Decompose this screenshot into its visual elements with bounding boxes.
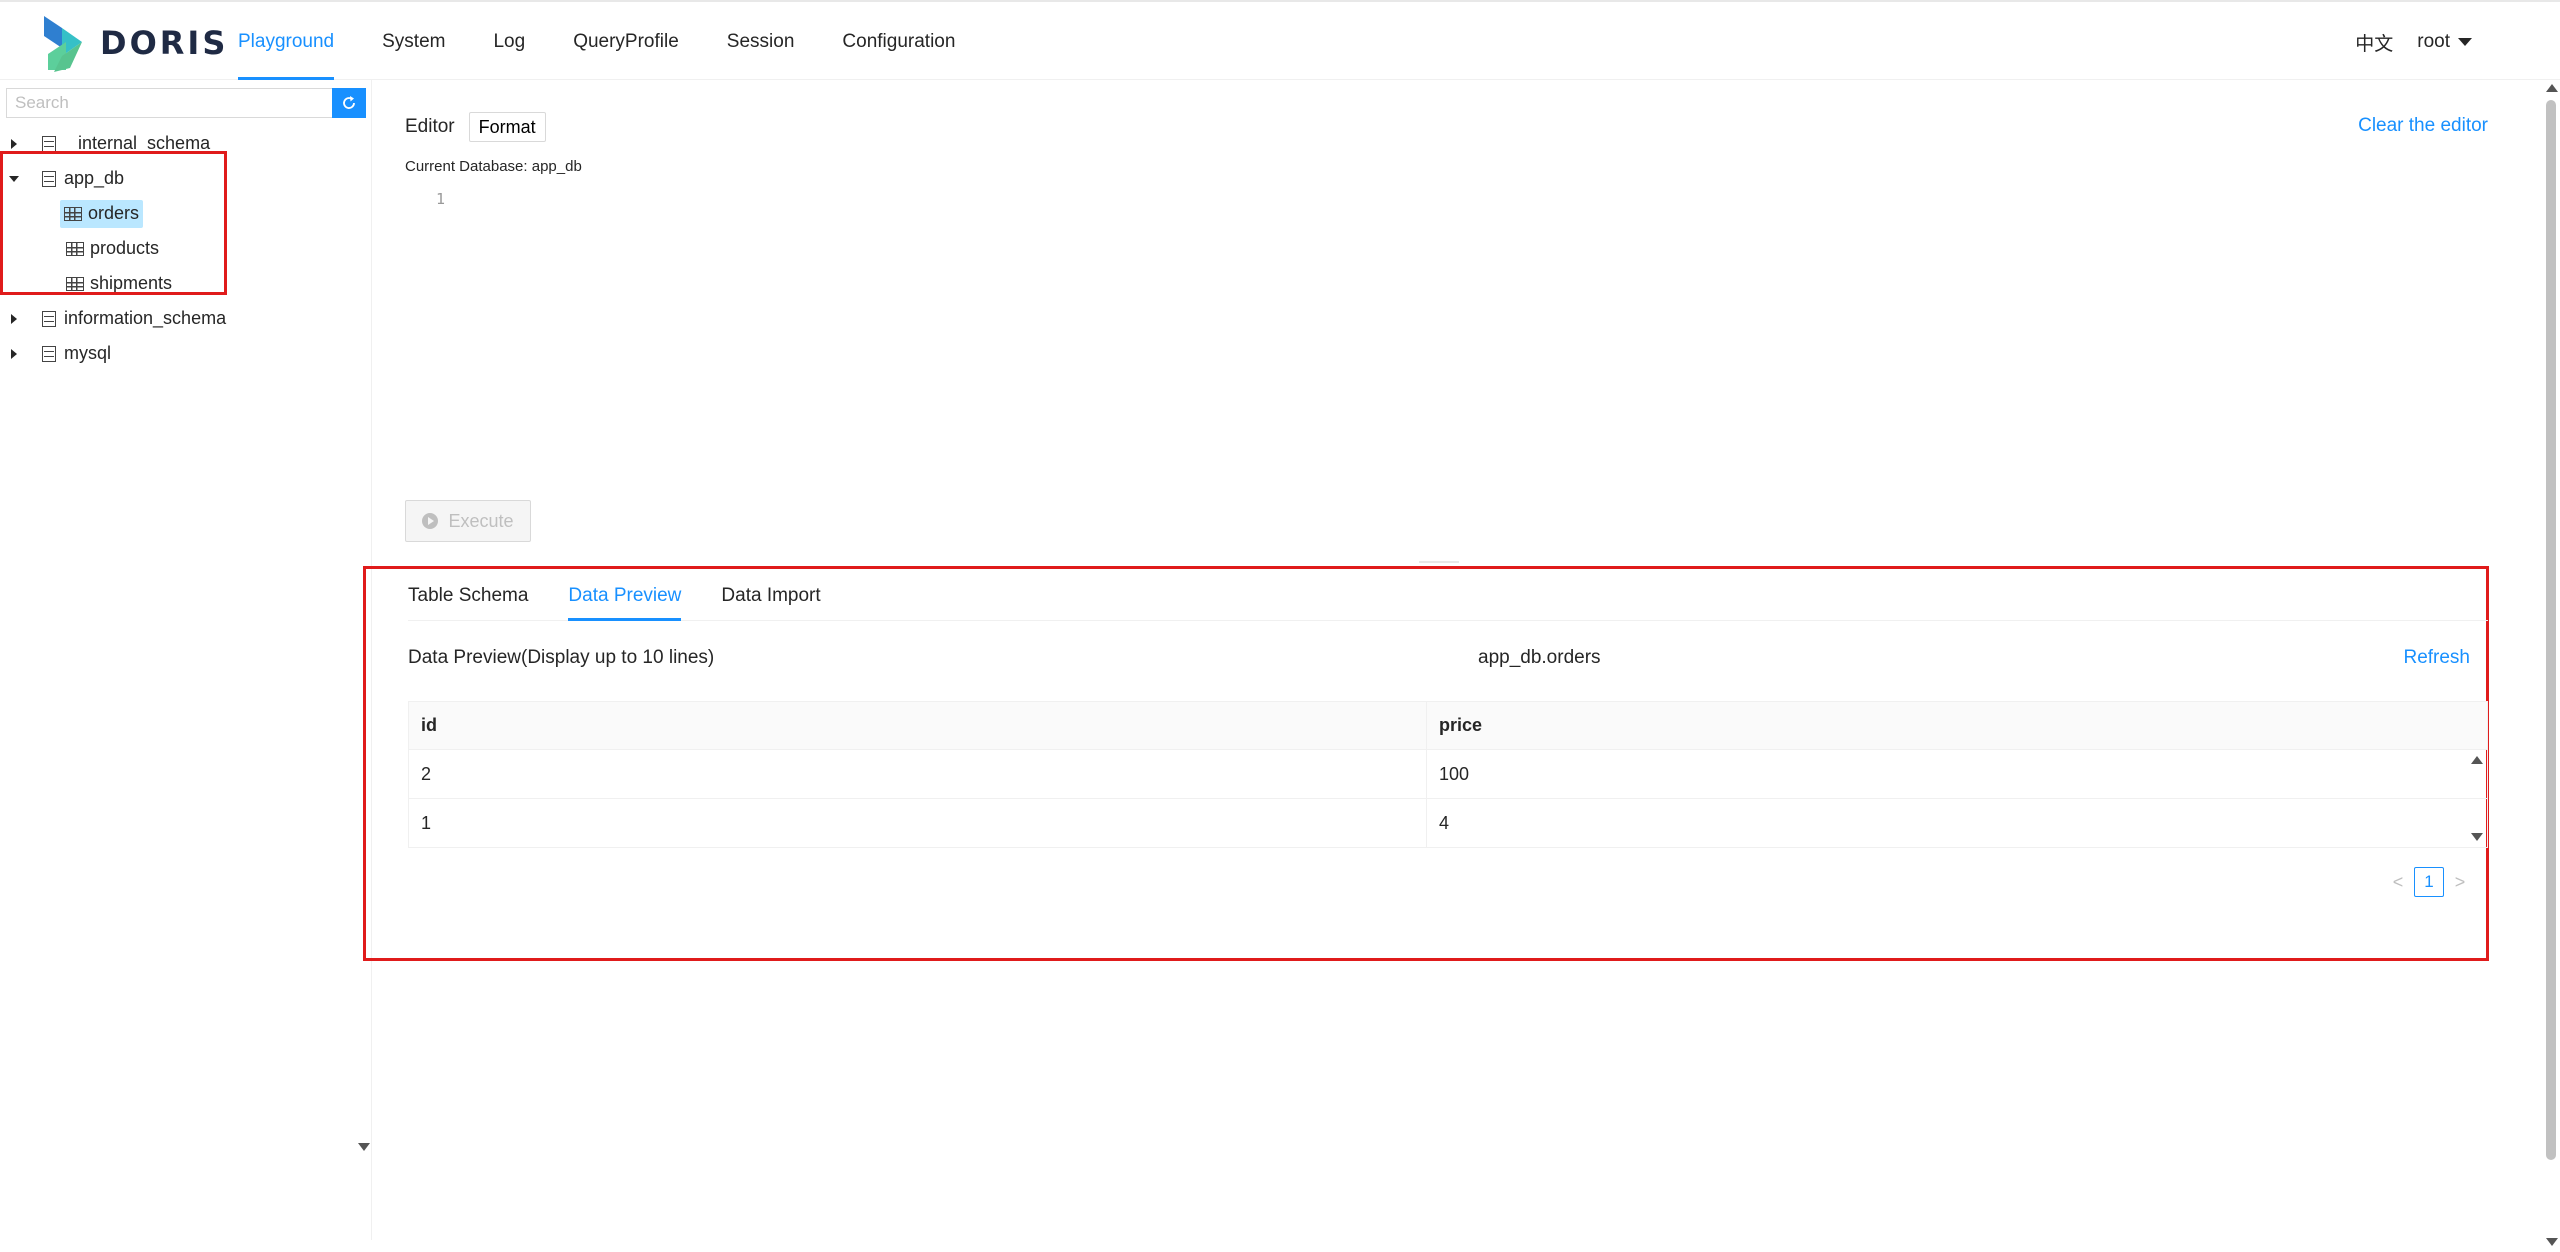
- pagination-next-button[interactable]: >: [2450, 869, 2470, 895]
- pagination-prev-button[interactable]: <: [2388, 869, 2408, 895]
- tree-node-information-schema[interactable]: information_schema: [0, 301, 372, 336]
- tab-table-schema[interactable]: Table Schema: [408, 569, 528, 621]
- language-switch[interactable]: 中文: [2355, 29, 2393, 56]
- database-icon: [42, 135, 56, 152]
- table-cell: 1: [408, 798, 1427, 848]
- execute-label: Execute: [448, 510, 514, 531]
- current-database-label: Current Database: app_db: [405, 158, 582, 175]
- table-row: 2 100: [408, 749, 2488, 799]
- preview-title: Data Preview(Display up to 10 lines): [408, 647, 715, 668]
- preview-table-name: app_db.orders: [1478, 647, 1601, 668]
- nav-log[interactable]: Log: [479, 2, 539, 80]
- column-header-id: id: [408, 701, 1427, 750]
- database-icon: [42, 310, 56, 327]
- search-input[interactable]: [6, 88, 332, 118]
- expand-toggle[interactable]: [0, 301, 28, 336]
- editor-toolbar: Editor Format: [405, 112, 546, 142]
- nav-playground[interactable]: Playground: [224, 2, 348, 80]
- database-icon: [42, 345, 56, 362]
- table-cell: 2: [408, 749, 1427, 799]
- table-cell: 4: [1426, 798, 2488, 848]
- pagination-page-1[interactable]: 1: [2414, 867, 2444, 897]
- main-nav: Playground System Log QueryProfile Sessi…: [224, 2, 989, 80]
- resize-handle[interactable]: [1419, 561, 1459, 563]
- table-cell: 100: [1426, 749, 2488, 799]
- page-scrollbar[interactable]: [2542, 80, 2560, 1252]
- data-preview-table: id price 2 100 1 4: [408, 701, 2488, 848]
- editor-label: Editor: [405, 116, 455, 137]
- result-panel: Table Schema Data Preview Data Import Da…: [363, 566, 2489, 961]
- refresh-link[interactable]: Refresh: [2403, 647, 2470, 669]
- header-right: 中文 root: [2355, 2, 2472, 82]
- logo-text: DORIS: [100, 24, 229, 62]
- playground-main: Editor Format Clear the editor Current D…: [363, 80, 2523, 1240]
- tab-data-preview[interactable]: Data Preview: [568, 569, 682, 621]
- nav-system[interactable]: System: [368, 2, 459, 80]
- table-scroll-up-icon[interactable]: [2471, 756, 2483, 764]
- play-circle-icon: [422, 513, 439, 529]
- user-menu[interactable]: root: [2417, 31, 2472, 53]
- tree-node-label: information_schema: [64, 308, 227, 328]
- user-name: root: [2417, 31, 2450, 52]
- doris-logo[interactable]: DORIS: [40, 14, 228, 72]
- table-header-row: id price: [408, 701, 2488, 750]
- line-number: 1: [435, 190, 445, 208]
- scroll-thumb[interactable]: [2546, 100, 2556, 1160]
- refresh-tree-button[interactable]: [332, 88, 366, 118]
- sidebar-scroll-down-icon[interactable]: [358, 1143, 370, 1151]
- tab-data-import[interactable]: Data Import: [721, 569, 820, 621]
- scroll-up-icon[interactable]: [2546, 84, 2558, 92]
- table-scroll-down-icon[interactable]: [2471, 833, 2483, 841]
- format-button[interactable]: Format: [468, 112, 546, 142]
- nav-queryprofile[interactable]: QueryProfile: [559, 2, 693, 80]
- caret-right-icon: [11, 348, 17, 359]
- nav-session[interactable]: Session: [713, 2, 809, 80]
- annotation-highlight-box: [0, 151, 227, 295]
- doris-logo-icon: [44, 16, 82, 72]
- column-header-price: price: [1426, 701, 2488, 750]
- nav-configuration[interactable]: Configuration: [828, 2, 969, 80]
- pagination: < 1 >: [2388, 867, 2470, 897]
- expand-toggle[interactable]: [0, 336, 28, 371]
- result-tabs: Table Schema Data Preview Data Import: [408, 569, 2488, 621]
- scroll-down-icon[interactable]: [2546, 1238, 2558, 1246]
- execute-button[interactable]: Execute: [405, 500, 531, 542]
- caret-right-icon: [11, 313, 17, 324]
- sql-editor[interactable]: 1: [405, 190, 2485, 550]
- tree-node-label: mysql: [64, 343, 112, 363]
- caret-down-icon: [2458, 38, 2472, 46]
- tree-search: [6, 88, 366, 118]
- table-row: 1 4: [408, 798, 2488, 848]
- top-header: DORIS Playground System Log QueryProfile…: [0, 0, 2560, 80]
- tree-node-mysql[interactable]: mysql: [0, 336, 372, 371]
- refresh-icon: [343, 96, 355, 109]
- clear-editor-link[interactable]: Clear the editor: [2358, 115, 2488, 137]
- caret-right-icon: [11, 138, 17, 149]
